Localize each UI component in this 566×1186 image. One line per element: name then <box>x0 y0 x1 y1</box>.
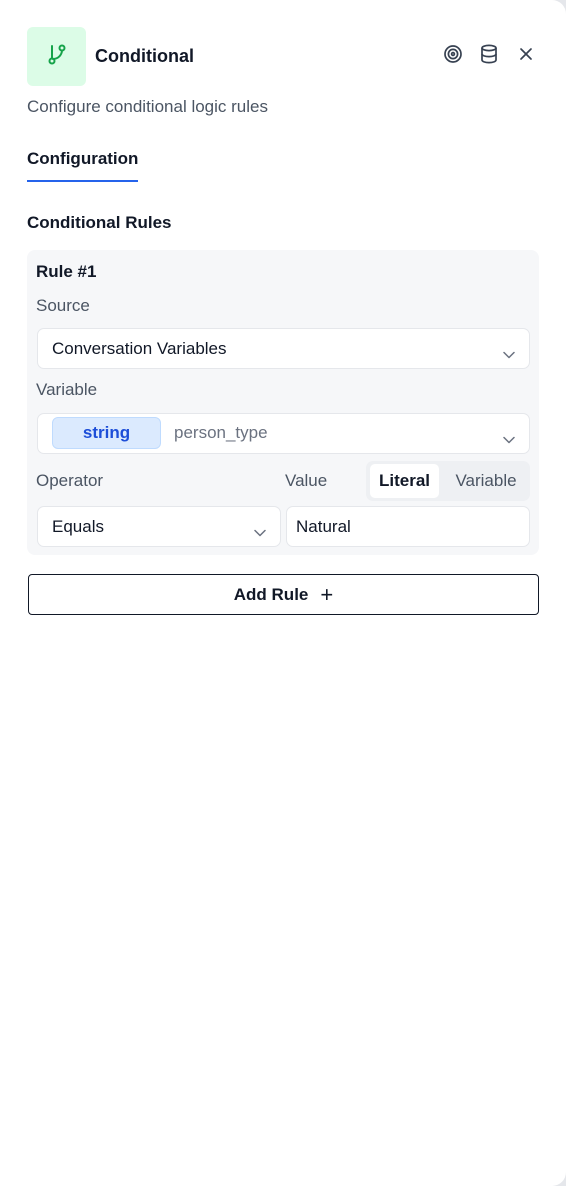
operator-select[interactable]: Equals <box>37 506 281 547</box>
database-icon <box>480 44 498 69</box>
add-rule-label: Add Rule <box>233 584 309 604</box>
database-button[interactable] <box>477 44 501 68</box>
node-icon-tile <box>27 27 86 86</box>
chevron-down-icon <box>503 429 515 449</box>
source-select-value: Conversation Variables <box>52 338 227 358</box>
value-mode-literal[interactable]: Literal <box>370 464 439 498</box>
panel-title: Conditional <box>95 46 194 66</box>
rule-title: Rule #1 <box>36 262 97 281</box>
add-rule-button[interactable]: Add Rule + <box>28 574 539 615</box>
source-select[interactable]: Conversation Variables <box>37 328 530 369</box>
close-icon <box>519 47 533 66</box>
variable-label: Variable <box>36 380 98 399</box>
chevron-down-icon <box>254 522 266 542</box>
variable-type-badge: string <box>52 417 161 449</box>
variable-name: person_type <box>174 423 268 442</box>
target-button[interactable] <box>441 44 465 68</box>
section-title: Conditional Rules <box>27 213 172 232</box>
value-input[interactable]: Natural <box>286 506 530 547</box>
rule-card: Rule #1 Source Conversation Variables Va… <box>27 250 539 555</box>
git-branch-icon <box>47 43 67 70</box>
value-label: Value <box>285 471 328 490</box>
close-button[interactable] <box>514 44 538 68</box>
operator-label: Operator <box>36 471 104 490</box>
tab-configuration[interactable]: Configuration <box>27 149 139 182</box>
value-mode-variable[interactable]: Variable <box>445 464 527 498</box>
value-mode-toggle: Literal Variable <box>366 461 530 501</box>
panel-subtitle: Configure conditional logic rules <box>27 97 268 116</box>
conditional-config-panel: Conditional Configure conditional logic … <box>0 0 566 1186</box>
operator-select-value: Equals <box>52 516 104 536</box>
value-input-text: Natural <box>296 516 351 536</box>
variable-select[interactable]: string person_type <box>37 413 530 454</box>
target-icon <box>443 44 463 69</box>
source-label: Source <box>36 296 90 315</box>
chevron-down-icon <box>503 344 515 364</box>
plus-icon: + <box>320 581 334 607</box>
